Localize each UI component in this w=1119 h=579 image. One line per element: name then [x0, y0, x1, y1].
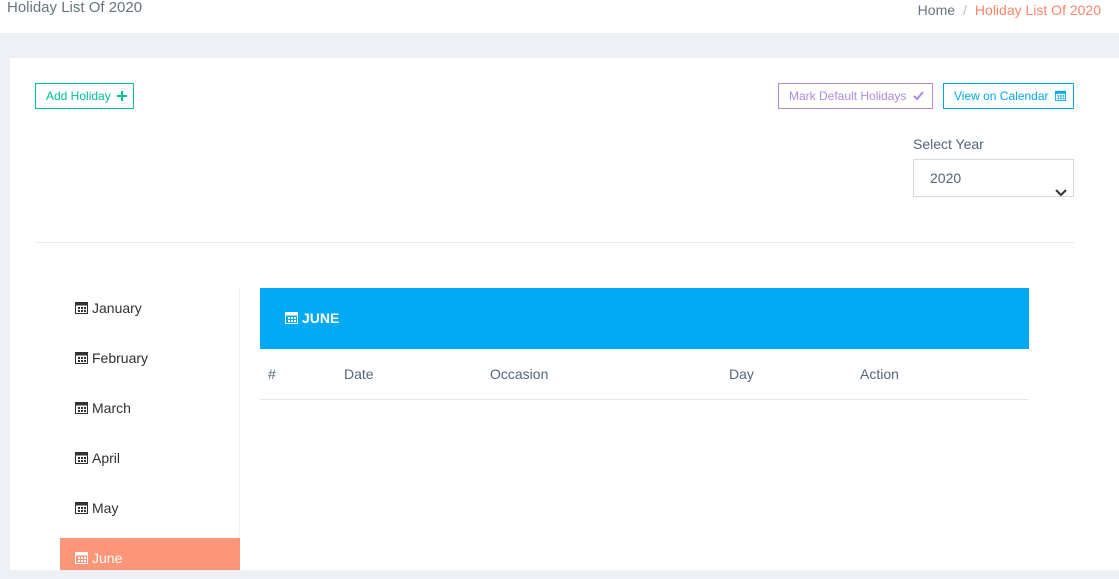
add-holiday-label: Add Holiday	[46, 89, 111, 103]
month-item-march[interactable]: March	[60, 388, 240, 428]
month-label: April	[92, 450, 121, 466]
calendar-icon	[75, 289, 88, 314]
breadcrumb: Home / Holiday List Of 2020	[918, 2, 1101, 18]
breadcrumb-current: Holiday List Of 2020	[974, 2, 1101, 18]
month-label: January	[92, 300, 142, 316]
month-panel-header: JUNE	[260, 288, 1029, 349]
month-label: June	[92, 550, 123, 566]
page-title: Holiday List Of 2020	[7, 0, 143, 16]
column-header-date: Date	[344, 366, 374, 382]
column-header-occasion: Occasion	[490, 366, 549, 382]
month-item-april[interactable]: April	[60, 438, 240, 478]
add-holiday-button[interactable]: Add Holiday	[35, 83, 134, 109]
month-label: February	[92, 350, 149, 366]
calendar-icon	[75, 389, 88, 414]
view-on-calendar-button[interactable]: View on Calendar	[943, 83, 1074, 109]
mark-default-label: Mark Default Holidays	[789, 89, 907, 103]
month-label: May	[92, 500, 119, 516]
month-label: March	[92, 400, 131, 416]
calendar-icon	[285, 289, 298, 324]
month-panel-title: JUNE	[302, 310, 340, 326]
chevron-down-icon	[1055, 174, 1067, 197]
calendar-icon	[75, 539, 88, 564]
month-item-february[interactable]: February	[60, 338, 240, 378]
divider	[35, 242, 1074, 243]
calendar-icon	[75, 489, 88, 514]
breadcrumb-separator: /	[963, 2, 967, 18]
check-icon	[913, 85, 924, 109]
column-header-index: #	[268, 366, 276, 382]
view-calendar-label: View on Calendar	[954, 89, 1049, 103]
month-list: January February March April May June	[60, 288, 240, 570]
breadcrumb-home[interactable]: Home	[918, 2, 955, 18]
year-select-value: 2020	[930, 170, 962, 186]
select-year-label: Select Year	[913, 136, 984, 152]
mark-default-holidays-button[interactable]: Mark Default Holidays	[778, 83, 933, 109]
month-item-june[interactable]: June	[60, 538, 240, 570]
calendar-icon	[75, 439, 88, 464]
year-select[interactable]: 2020	[913, 159, 1074, 197]
month-item-may[interactable]: May	[60, 488, 240, 528]
plus-icon	[117, 85, 128, 109]
column-header-action: Action	[860, 366, 899, 382]
holiday-card: Add Holiday Mark Default Holidays View o…	[10, 58, 1119, 570]
holiday-table-header: # Date Occasion Day Action	[260, 349, 1029, 400]
calendar-icon	[75, 339, 88, 364]
column-header-day: Day	[729, 366, 754, 382]
page-header: Holiday List Of 2020 Home / Holiday List O…	[0, 0, 1119, 33]
month-item-january[interactable]: January	[60, 288, 240, 328]
calendar-icon	[1054, 85, 1066, 109]
